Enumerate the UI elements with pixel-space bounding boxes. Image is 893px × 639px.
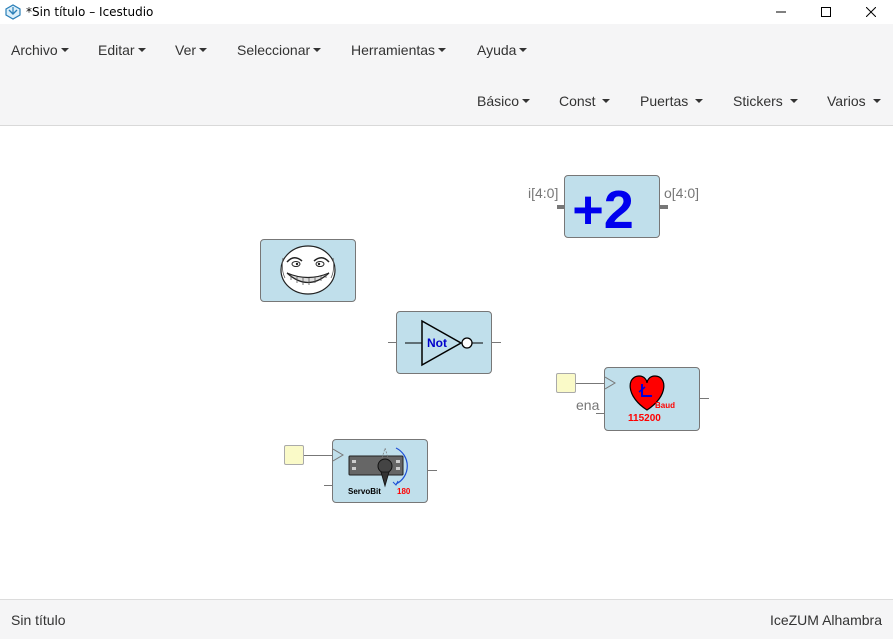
menu-puertas[interactable]: Puertas <box>640 76 704 126</box>
not-output-port[interactable] <box>492 342 501 343</box>
close-icon <box>865 7 876 17</box>
serial-output-port[interactable] <box>700 398 709 399</box>
serial-input-constant[interactable] <box>556 373 576 393</box>
blocks-toolbar: Básico Const Puertas Stickers Varios <box>0 76 893 126</box>
serial-heart-block[interactable]: Baud 115200 <box>604 367 700 431</box>
plus2-label: +2 <box>572 180 634 237</box>
troll-sticker-block[interactable] <box>260 239 356 302</box>
menu-stickers-label: Stickers <box>733 93 783 109</box>
status-bar: Sin título IceZUM Alhambra <box>0 599 893 639</box>
servo-clk-wire <box>304 455 333 456</box>
serial-ena-label: ena <box>576 397 600 413</box>
caret-down-icon <box>137 48 146 52</box>
design-canvas[interactable]: i[4:0] +2 o[4:0] Not ena Baud 115200 Ser… <box>0 127 893 599</box>
caret-down-icon <box>872 99 881 103</box>
caret-down-icon <box>522 99 531 103</box>
plus2-input-label: i[4:0] <box>528 185 559 201</box>
plus2-symbol: +2 <box>572 180 634 240</box>
icestudio-logo-icon <box>5 4 21 20</box>
menu-bar: Archivo Editar Ver Seleccionar Herramien… <box>0 24 893 76</box>
serial-clk-wire <box>576 383 605 384</box>
minimize-button[interactable] <box>758 0 803 24</box>
menu-ayuda[interactable]: Ayuda <box>477 24 528 76</box>
maximize-button[interactable] <box>803 0 848 24</box>
menu-seleccionar-label: Seleccionar <box>237 42 311 58</box>
plus2-block[interactable]: +2 <box>564 175 660 240</box>
menu-const-label: Const <box>559 93 596 109</box>
caret-down-icon <box>602 99 611 103</box>
not-gate-icon: Not <box>405 319 483 367</box>
servo-output-port[interactable] <box>428 470 437 471</box>
menu-ver[interactable]: Ver <box>175 24 208 76</box>
menu-basico-label: Básico <box>477 93 520 109</box>
menu-herramientas-label: Herramientas <box>351 42 436 58</box>
caret-down-icon <box>695 99 704 103</box>
plus2-output-label: o[4:0] <box>664 185 700 201</box>
caret-down-icon <box>438 48 447 52</box>
status-project-name: Sin título <box>11 611 66 628</box>
menu-varios-label: Varios <box>827 93 866 109</box>
menu-ver-label: Ver <box>175 42 197 58</box>
caret-down-icon <box>60 48 69 52</box>
caret-down-icon <box>789 99 798 103</box>
caret-down-icon <box>313 48 322 52</box>
menu-herramientas[interactable]: Herramientas <box>351 24 447 76</box>
menu-archivo-label: Archivo <box>11 42 58 58</box>
menu-stickers[interactable]: Stickers <box>733 76 798 126</box>
window-controls <box>758 0 893 24</box>
menu-const[interactable]: Const <box>559 76 611 126</box>
maximize-icon <box>820 7 831 17</box>
not-label: Not <box>427 336 447 350</box>
title-bar: *Sin título – Icestudio <box>0 0 893 24</box>
trollface-icon <box>280 245 336 295</box>
servo-angle: 180 <box>397 487 411 496</box>
serial-baud-label: Baud <box>655 401 675 410</box>
menu-puertas-label: Puertas <box>640 93 689 109</box>
menu-archivo[interactable]: Archivo <box>11 24 69 76</box>
menu-editar-label: Editar <box>98 42 135 58</box>
menu-varios[interactable]: Varios <box>827 76 881 126</box>
menu-seleccionar[interactable]: Seleccionar <box>237 24 322 76</box>
window-title: *Sin título – Icestudio <box>26 5 154 19</box>
menu-editar[interactable]: Editar <box>98 24 146 76</box>
serial-baud-value: 115200 <box>628 413 661 424</box>
menu-basico[interactable]: Básico <box>477 76 531 126</box>
not-gate-block[interactable]: Not <box>396 311 492 374</box>
menu-ayuda-label: Ayuda <box>477 42 517 58</box>
close-button[interactable] <box>848 0 893 24</box>
servo-motor-icon <box>348 446 408 488</box>
servo-block-graphic: ServoBit 180 <box>332 446 411 496</box>
status-board-name[interactable]: IceZUM Alhambra <box>770 612 882 628</box>
caret-down-icon <box>519 48 528 52</box>
servo-label: ServoBit <box>348 487 381 496</box>
servobit-block[interactable]: ServoBit 180 <box>332 439 428 503</box>
caret-down-icon <box>199 48 208 52</box>
servo-input-constant[interactable] <box>284 445 304 465</box>
plus2-output-port[interactable] <box>660 205 668 209</box>
minimize-icon <box>775 11 786 13</box>
serial-block-graphic: Baud 115200 <box>604 375 675 424</box>
